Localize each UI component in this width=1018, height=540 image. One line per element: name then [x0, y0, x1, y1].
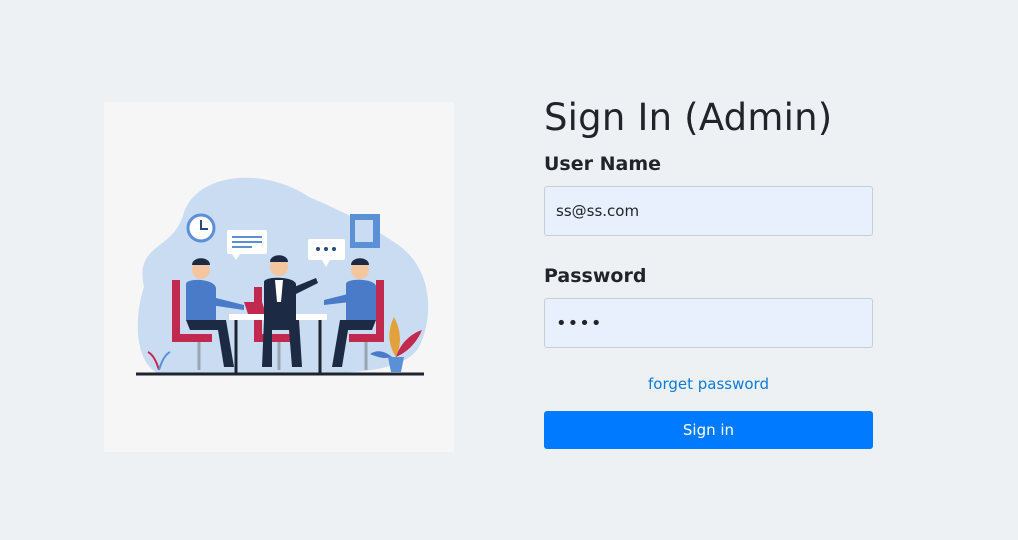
password-input[interactable] — [544, 298, 873, 348]
password-label: Password — [544, 265, 647, 287]
signin-form: Sign In (Admin) User Name Password forge… — [544, 96, 873, 449]
username-label: User Name — [544, 153, 662, 175]
meeting-illustration — [104, 102, 454, 452]
username-input[interactable] — [544, 186, 873, 236]
page-title: Sign In (Admin) — [544, 96, 833, 139]
forget-password-link[interactable]: forget password — [544, 374, 873, 394]
signin-button[interactable]: Sign in — [544, 411, 873, 449]
meeting-illustration-art — [136, 177, 429, 376]
